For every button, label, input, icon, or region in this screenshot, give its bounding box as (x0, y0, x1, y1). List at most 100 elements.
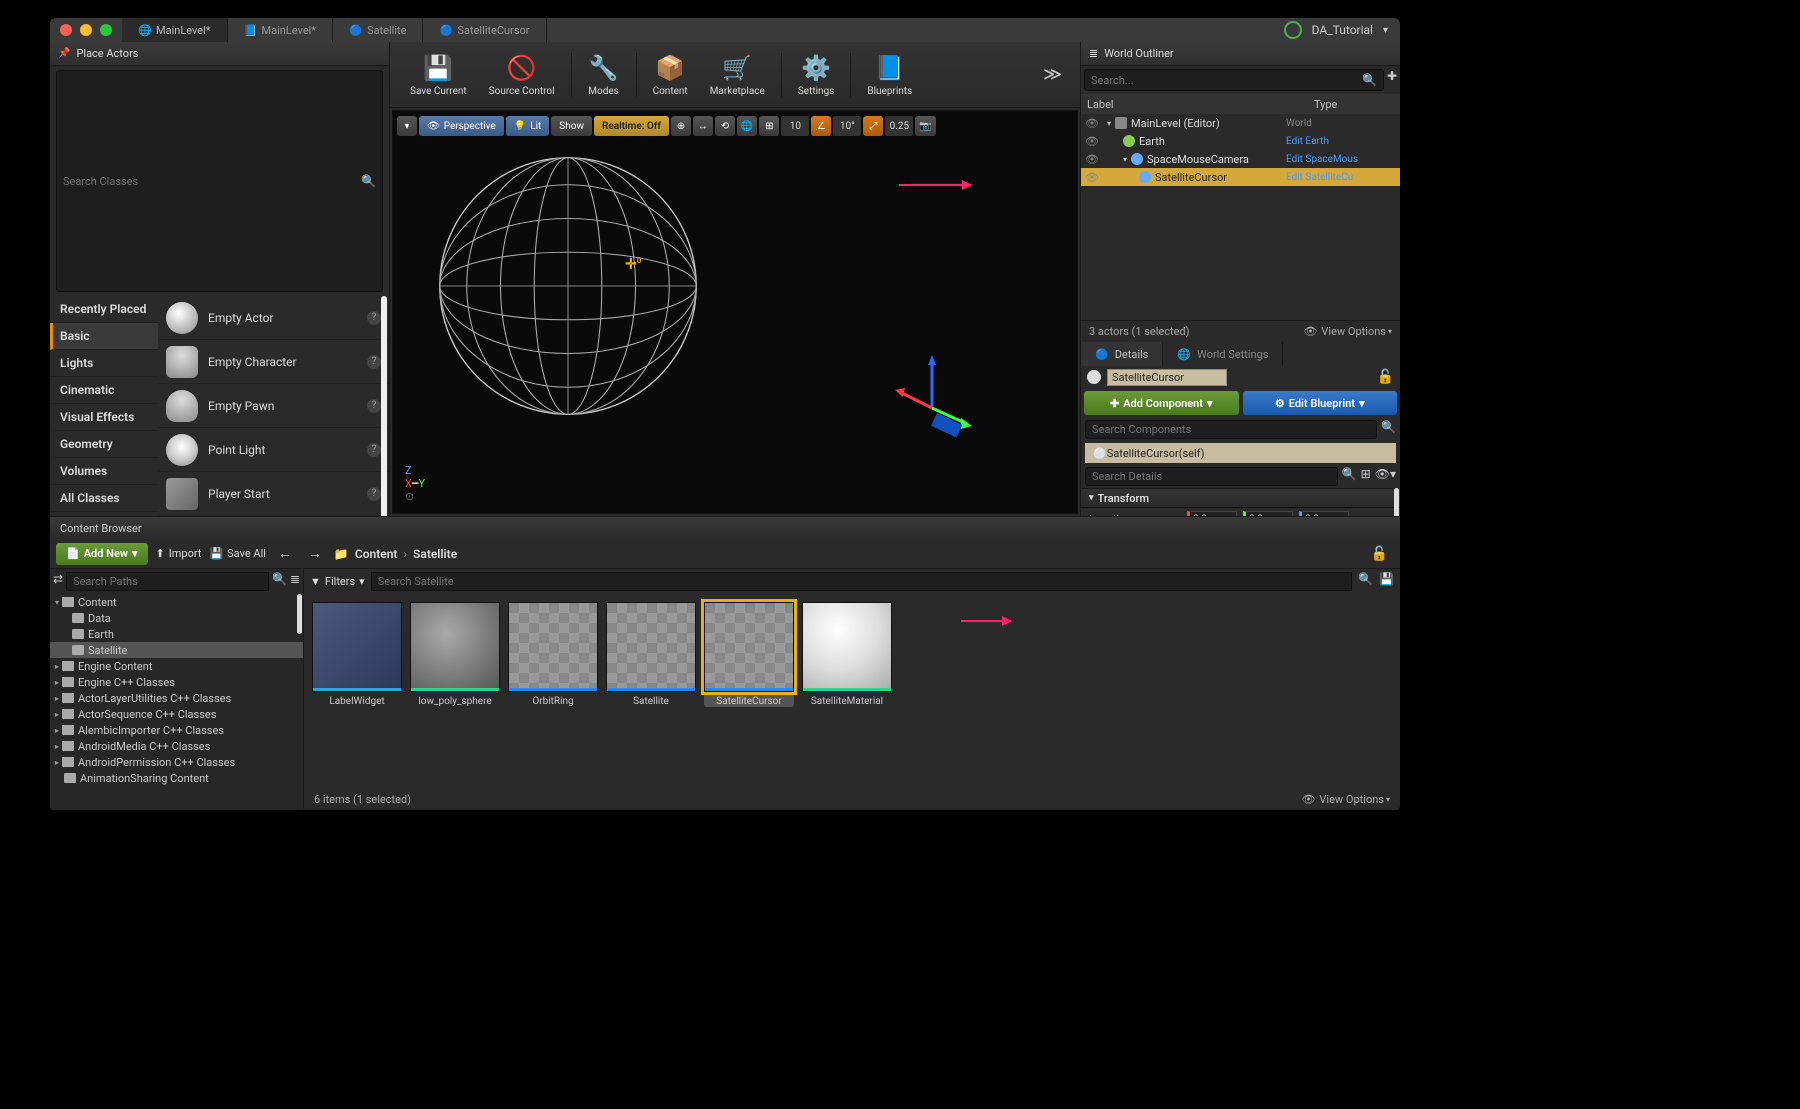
vp-tool-3[interactable]: ⟲ (715, 116, 735, 136)
tab-world-settings[interactable]: 🌐World Settings (1163, 342, 1283, 366)
viewport-menu[interactable]: ▾ (397, 116, 417, 136)
cat-geometry[interactable]: Geometry (50, 431, 158, 458)
cat-lights[interactable]: Lights (50, 350, 158, 377)
info-icon[interactable]: ? (367, 355, 381, 369)
actor-empty-actor[interactable]: Empty Actor? (158, 296, 389, 340)
cat-basic[interactable]: Basic (50, 323, 158, 350)
cat-cinematic[interactable]: Cinematic (50, 377, 158, 404)
actor-empty-pawn[interactable]: Empty Pawn? (158, 384, 389, 428)
angle-snap-value[interactable]: 10° (833, 116, 861, 136)
eye-icon[interactable]: 👁 (1085, 117, 1099, 130)
title-tab-1[interactable]: 📘MainLevel* (228, 18, 334, 42)
vp-grid-snap[interactable]: ⊞ (759, 116, 779, 136)
asset-satellitecursor[interactable]: SatelliteCursor (704, 602, 794, 707)
cat-volumes[interactable]: Volumes (50, 458, 158, 485)
marketplace-button[interactable]: 🛒Marketplace (700, 48, 775, 101)
search-classes[interactable]: 🔍 (56, 70, 383, 292)
asset-satellitematerial[interactable]: SatelliteMaterial (802, 602, 892, 707)
search-paths-input[interactable] (66, 572, 269, 591)
save-search-icon[interactable]: 💾 (1379, 572, 1394, 591)
tree-row-satellitecursor[interactable]: 👁SatelliteCursorEdit SatelliteCu (1081, 168, 1400, 186)
search-details-input[interactable] (1085, 467, 1338, 486)
tab-details[interactable]: 🔵Details (1081, 342, 1163, 366)
lit-button[interactable]: 💡Lit (506, 116, 550, 136)
tree-engine-cpp[interactable]: ▸Engine C++ Classes (50, 674, 303, 690)
save-current-button[interactable]: 💾Save Current (400, 48, 477, 101)
search-components-input[interactable] (1085, 420, 1377, 439)
col-label[interactable]: Label (1087, 98, 1314, 111)
info-icon[interactable]: ? (367, 443, 381, 457)
tree-actorlayer[interactable]: ▸ActorLayerUtilities C++ Classes (50, 690, 303, 706)
save-all-button[interactable]: 💾 Save All (209, 547, 265, 560)
info-icon[interactable]: ? (367, 311, 381, 325)
toolbar-overflow[interactable]: ≫ (1035, 64, 1070, 85)
location-z[interactable]: 0.0 (1299, 511, 1349, 516)
settings-button[interactable]: ⚙️Settings (788, 48, 845, 101)
close-window[interactable] (60, 24, 72, 36)
actor-empty-character[interactable]: Empty Character? (158, 340, 389, 384)
tree-androidperm[interactable]: ▸AndroidPermission C++ Classes (50, 754, 303, 770)
modes-button[interactable]: 🔧Modes (578, 48, 630, 101)
content-button[interactable]: 📦Content (643, 48, 698, 101)
cat-all-classes[interactable]: All Classes (50, 485, 158, 512)
view-options-button[interactable]: View Options (1321, 325, 1386, 338)
breadcrumb-satellite[interactable]: Satellite (413, 547, 457, 561)
info-icon[interactable]: ? (367, 399, 381, 413)
eye-icon[interactable]: 👁 (1085, 171, 1099, 184)
title-tab-3[interactable]: 🔵SatelliteCursor (423, 18, 546, 42)
section-transform[interactable]: Transform (1081, 488, 1400, 508)
info-icon[interactable]: ? (367, 487, 381, 501)
actor-player-start[interactable]: Player Start? (158, 472, 389, 516)
asset-lowpolysphere[interactable]: low_poly_sphere (410, 602, 500, 707)
source-control-status-icon[interactable] (1284, 21, 1302, 39)
cb-view-options[interactable]: View Options (1319, 793, 1384, 806)
outliner-add-icon[interactable]: ✚ (1387, 69, 1397, 91)
add-component-button[interactable]: ✚ Add Component ▾ (1084, 391, 1239, 415)
outliner-search-input[interactable] (1091, 74, 1362, 87)
tree-earth[interactable]: Earth (50, 626, 303, 642)
eye-icon[interactable]: 👁 (1085, 135, 1099, 148)
vp-scale-snap[interactable]: ⤢ (863, 116, 883, 136)
outliner-search[interactable]: 🔍 (1084, 69, 1384, 91)
chevron-down-icon[interactable]: ▾ (1383, 25, 1388, 36)
minimize-window[interactable] (80, 24, 92, 36)
tree-options-icon[interactable]: ≣ (290, 572, 300, 591)
edit-blueprint-button[interactable]: ⚙ Edit Blueprint ▾ (1243, 391, 1398, 415)
grid-snap-value[interactable]: 10 (781, 116, 809, 136)
asset-satellite[interactable]: Satellite (606, 602, 696, 707)
self-component[interactable]: ⚪ SatelliteCursor(self) (1085, 443, 1396, 463)
import-button[interactable]: ⬆ Import (156, 547, 202, 560)
scrollbar[interactable] (297, 594, 302, 634)
source-control-button[interactable]: 🚫Source Control (479, 48, 565, 101)
lock-icon[interactable]: 🔓 (1365, 546, 1394, 562)
tree-satellite[interactable]: Satellite (50, 642, 303, 658)
scrollbar[interactable] (381, 296, 387, 516)
breadcrumb-content[interactable]: Content (355, 547, 398, 561)
realtime-button[interactable]: Realtime: Off (594, 116, 669, 136)
cat-visual-effects[interactable]: Visual Effects (50, 404, 158, 431)
cat-recently-placed[interactable]: Recently Placed (50, 296, 158, 323)
maximize-window[interactable] (100, 24, 112, 36)
tree-row-camera[interactable]: 👁▾SpaceMouseCameraEdit SpaceMous (1081, 150, 1400, 168)
grid-view-icon[interactable]: ⊞ (1361, 467, 1371, 486)
tree-engine-content[interactable]: ▸Engine Content (50, 658, 303, 674)
content-browser-tab[interactable]: Content Browser (50, 517, 1400, 539)
tree-alembic[interactable]: ▸AlembicImporter C++ Classes (50, 722, 303, 738)
eye-icon[interactable]: 👁 (1085, 153, 1099, 166)
actor-point-light[interactable]: Point Light? (158, 428, 389, 472)
eye-icon[interactable]: 👁▾ (1375, 467, 1396, 486)
scrollbar[interactable] (1394, 488, 1399, 516)
asset-labelwidget[interactable]: LabelWidget (312, 602, 402, 707)
filters-button[interactable]: ▼ Filters ▾ (310, 572, 365, 591)
show-button[interactable]: Show (551, 116, 592, 136)
tree-content[interactable]: ▾Content (50, 594, 303, 610)
tree-row-world[interactable]: 👁▾MainLevel (Editor)World (1081, 114, 1400, 132)
location-x[interactable]: 0.0 (1187, 511, 1237, 516)
nav-back[interactable]: ← (274, 545, 296, 562)
tree-animsharing[interactable]: AnimationSharing Content (50, 770, 303, 786)
add-new-button[interactable]: 📄 Add New ▾ (56, 543, 148, 565)
tree-androidmedia[interactable]: ▸AndroidMedia C++ Classes (50, 738, 303, 754)
tree-row-earth[interactable]: 👁EarthEdit Earth (1081, 132, 1400, 150)
vp-tool-2[interactable]: ↔ (693, 116, 713, 136)
vp-camera-speed[interactable]: 📷 (915, 116, 935, 136)
